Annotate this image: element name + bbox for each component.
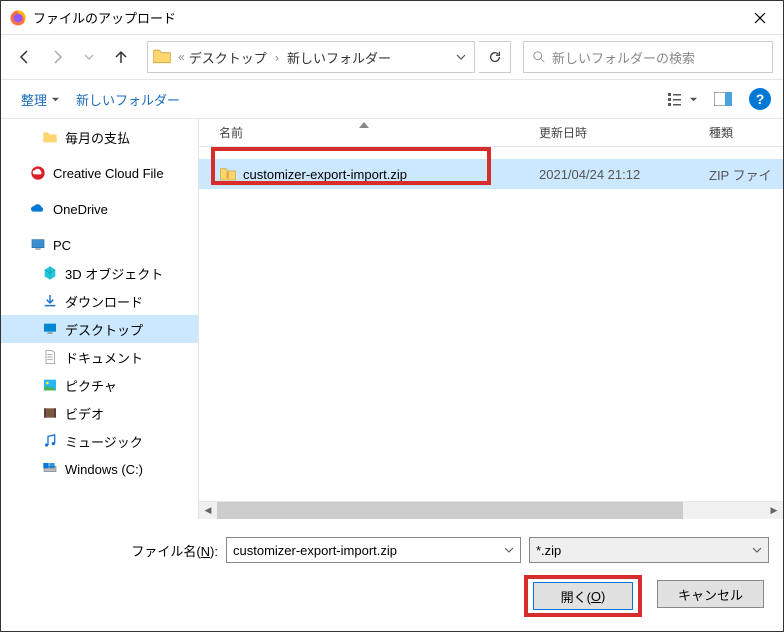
tree-item-videos[interactable]: ビデオ bbox=[1, 399, 198, 427]
main-area: 毎月の支払 Creative Cloud File OneDrive PC 3D… bbox=[1, 119, 783, 519]
view-options-button[interactable] bbox=[665, 85, 701, 113]
scroll-thumb[interactable] bbox=[217, 502, 683, 519]
open-button[interactable]: 開く(O) bbox=[533, 582, 633, 610]
tree-item-monthly-pay[interactable]: 毎月の支払 bbox=[1, 123, 198, 151]
folder-icon bbox=[152, 46, 174, 68]
breadcrumb: デスクトップ › 新しいフォルダー bbox=[185, 48, 446, 67]
tree-item-documents[interactable]: ドキュメント bbox=[1, 343, 198, 371]
address-dropdown[interactable] bbox=[446, 42, 474, 72]
tree-item-desktop[interactable]: デスクトップ bbox=[1, 315, 198, 343]
file-type: ZIP ファイ bbox=[699, 165, 783, 184]
filename-label: ファイル名(N): bbox=[1, 541, 226, 560]
file-date: 2021/04/24 21:12 bbox=[529, 167, 699, 182]
new-folder-button[interactable]: 新しいフォルダー bbox=[68, 86, 188, 113]
firefox-icon bbox=[9, 9, 27, 27]
recent-dropdown[interactable] bbox=[75, 43, 103, 71]
scroll-track[interactable] bbox=[217, 502, 765, 519]
up-button[interactable] bbox=[107, 43, 135, 71]
chevron-down-icon bbox=[689, 95, 698, 104]
tree-item-downloads[interactable]: ダウンロード bbox=[1, 287, 198, 315]
tutorial-highlight-open: 開く(O) bbox=[524, 575, 642, 617]
file-name: customizer-export-import.zip bbox=[243, 167, 407, 182]
tree-item-pc[interactable]: PC bbox=[1, 231, 198, 259]
column-header-name[interactable]: 名前 bbox=[199, 119, 529, 146]
breadcrumb-seg-newfolder[interactable]: 新しいフォルダー bbox=[283, 48, 395, 67]
chevron-right-icon: › bbox=[271, 50, 283, 65]
sort-asc-icon bbox=[359, 119, 369, 131]
tree-item-pictures[interactable]: ピクチャ bbox=[1, 371, 198, 399]
horizontal-scrollbar[interactable]: ◀ ▶ bbox=[199, 501, 783, 519]
documents-icon bbox=[41, 348, 59, 366]
refresh-button[interactable] bbox=[479, 41, 511, 73]
chevron-down-icon bbox=[51, 95, 60, 104]
scroll-right-button[interactable]: ▶ bbox=[765, 502, 783, 519]
forward-button[interactable] bbox=[43, 43, 71, 71]
file-open-dialog: ファイルのアップロード « デスクトップ › 新しいフォルダー 新 bbox=[0, 0, 784, 632]
titlebar: ファイルのアップロード bbox=[1, 1, 783, 35]
drive-icon bbox=[41, 460, 59, 478]
music-icon bbox=[41, 432, 59, 450]
tree-item-onedrive[interactable]: OneDrive bbox=[1, 195, 198, 223]
pc-icon bbox=[29, 236, 47, 254]
filename-input[interactable]: customizer-export-import.zip bbox=[226, 537, 521, 563]
desktop-icon bbox=[41, 320, 59, 338]
chevron-down-icon bbox=[504, 545, 514, 555]
file-list-pane: 名前 更新日時 種類 customizer-export-import.zip … bbox=[199, 119, 783, 519]
navbar: « デスクトップ › 新しいフォルダー 新しいフォルダーの検索 bbox=[1, 35, 783, 79]
search-icon bbox=[532, 50, 546, 64]
tree-item-windows-c[interactable]: Windows (C:) bbox=[1, 455, 198, 483]
help-button[interactable]: ? bbox=[749, 88, 771, 110]
back-button[interactable] bbox=[11, 43, 39, 71]
address-bar[interactable]: « デスクトップ › 新しいフォルダー bbox=[147, 41, 475, 73]
tree-item-music[interactable]: ミュージック bbox=[1, 427, 198, 455]
column-headers: 名前 更新日時 種類 bbox=[199, 119, 783, 147]
chevron-down-icon bbox=[752, 545, 762, 555]
organize-menu[interactable]: 整理 bbox=[13, 86, 68, 113]
creative-cloud-icon bbox=[29, 164, 47, 182]
nav-tree: 毎月の支払 Creative Cloud File OneDrive PC 3D… bbox=[1, 119, 199, 519]
tree-item-3d-objects[interactable]: 3D オブジェクト bbox=[1, 259, 198, 287]
3d-objects-icon bbox=[41, 264, 59, 282]
zip-file-icon bbox=[219, 165, 237, 183]
onedrive-icon bbox=[29, 200, 47, 218]
file-type-filter[interactable]: *.zip bbox=[529, 537, 769, 563]
download-icon bbox=[41, 292, 59, 310]
search-input[interactable]: 新しいフォルダーの検索 bbox=[523, 41, 773, 73]
scroll-left-button[interactable]: ◀ bbox=[199, 502, 217, 519]
column-header-type[interactable]: 種類 bbox=[699, 124, 783, 141]
cancel-wrapper: キャンセル bbox=[652, 575, 769, 617]
file-row[interactable]: customizer-export-import.zip 2021/04/24 … bbox=[199, 159, 783, 189]
breadcrumb-seg-desktop[interactable]: デスクトップ bbox=[185, 48, 271, 67]
pictures-icon bbox=[41, 376, 59, 394]
toolbar: 整理 新しいフォルダー ? bbox=[1, 79, 783, 119]
tree-item-creative-cloud[interactable]: Creative Cloud File bbox=[1, 159, 198, 187]
column-header-date[interactable]: 更新日時 bbox=[529, 124, 699, 141]
preview-pane-button[interactable] bbox=[705, 85, 741, 113]
folder-icon bbox=[41, 128, 59, 146]
file-list[interactable]: customizer-export-import.zip 2021/04/24 … bbox=[199, 147, 783, 501]
search-placeholder: 新しいフォルダーの検索 bbox=[552, 48, 695, 67]
dialog-footer: ファイル名(N): customizer-export-import.zip *… bbox=[1, 519, 783, 631]
window-title: ファイルのアップロード bbox=[33, 8, 737, 27]
cancel-button[interactable]: キャンセル bbox=[657, 580, 764, 608]
breadcrumb-sep: « bbox=[178, 50, 185, 64]
videos-icon bbox=[41, 404, 59, 422]
close-button[interactable] bbox=[737, 1, 783, 34]
